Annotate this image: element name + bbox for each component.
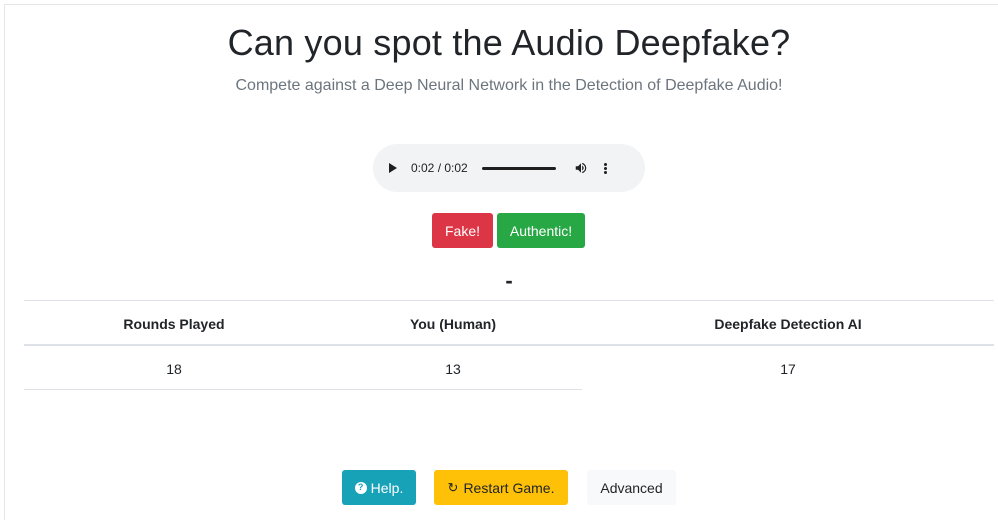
audio-progress-bar[interactable] xyxy=(481,166,556,170)
play-icon[interactable] xyxy=(389,163,397,173)
question-circle-icon: ? xyxy=(354,481,367,494)
human-score-value: 13 xyxy=(445,361,461,377)
ai-score-value: 17 xyxy=(780,361,796,377)
page-subtitle: Compete against a Deep Neural Network in… xyxy=(235,77,783,94)
fake-button[interactable]: Fake! xyxy=(432,213,493,248)
help-button-label: Help. xyxy=(370,479,404,496)
restart-button[interactable]: ↻ Restart Game. xyxy=(434,470,568,505)
audio-time: 0:02 / 0:02 xyxy=(411,161,468,175)
authentic-button[interactable]: Authentic! xyxy=(497,213,585,248)
help-button[interactable]: ? Help. xyxy=(342,470,416,505)
rounds-played-value: 18 xyxy=(166,361,182,377)
result-indicator: - xyxy=(505,268,513,293)
header-human-score: You (Human) xyxy=(409,316,497,332)
volume-icon[interactable] xyxy=(574,161,588,175)
advanced-button[interactable]: Advanced xyxy=(587,470,676,505)
table-header-border xyxy=(24,344,994,346)
restart-button-label: Restart Game. xyxy=(463,479,555,496)
audio-player[interactable]: 0:02 / 0:02 xyxy=(373,144,645,192)
table-top-border xyxy=(24,300,994,301)
table-bottom-border xyxy=(24,389,582,390)
more-options-icon[interactable] xyxy=(603,162,607,174)
header-rounds-played: Rounds Played xyxy=(123,316,225,332)
refresh-icon: ↻ xyxy=(447,479,459,495)
header-ai-score: Deepfake Detection AI xyxy=(714,316,862,332)
page-title: Can you spot the Audio Deepfake? xyxy=(227,22,791,63)
